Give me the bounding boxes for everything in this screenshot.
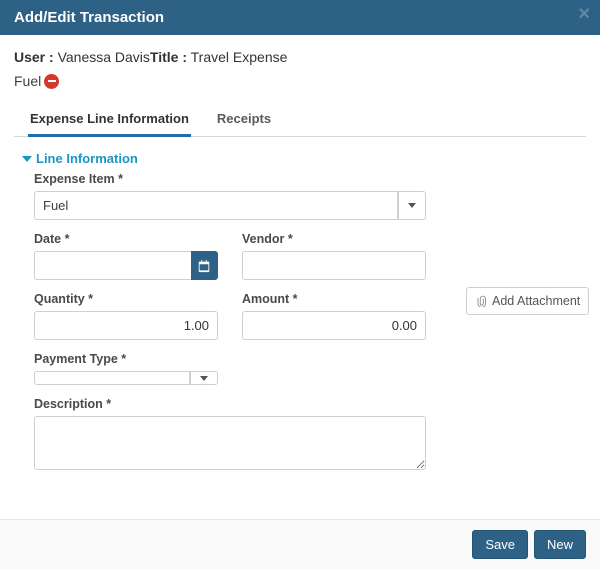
user-label: User : [14,49,54,65]
description-textarea[interactable] [34,416,426,470]
amount-input[interactable] [242,311,426,340]
new-button[interactable]: New [534,530,586,559]
quantity-label: Quantity * [34,292,218,306]
context-line-name: Fuel [0,71,600,95]
payment-type-label: Payment Type * [34,352,218,366]
tab-expense-line-info[interactable]: Expense Line Information [28,103,191,137]
section-line-information[interactable]: Line Information [22,151,426,166]
expense-item-label: Expense Item * [34,172,426,186]
remove-line-icon[interactable] [44,74,59,89]
context-bar: User : Vanessa DavisTitle : Travel Expen… [0,35,600,71]
paperclip-icon [475,295,487,307]
tabs: Expense Line Information Receipts [14,103,586,137]
payment-type-value [34,371,190,385]
amount-label: Amount * [242,292,426,306]
date-label: Date * [34,232,218,246]
save-button[interactable]: Save [472,530,528,559]
payment-type-select[interactable] [34,371,218,385]
quantity-input[interactable] [34,311,218,340]
payment-type-dropdown-button[interactable] [190,371,218,385]
modal-header: Add/Edit Transaction × [0,0,600,35]
caret-down-icon [200,376,208,381]
vendor-label: Vendor * [242,232,426,246]
expense-item-value: Fuel [34,191,398,220]
form-scroll-pane[interactable]: Line Information Expense Item * Fuel Dat… [14,137,436,499]
modal-footer: Save New [0,519,600,569]
calendar-icon [197,259,211,273]
vendor-input[interactable] [242,251,426,280]
expense-item-select[interactable]: Fuel [34,191,426,220]
modal-title: Add/Edit Transaction [14,9,164,26]
section-line-information-label: Line Information [36,151,138,166]
tab-receipts[interactable]: Receipts [215,103,273,137]
attachment-panel: Add Attachment [466,137,586,499]
caret-down-icon [408,203,416,208]
date-input[interactable] [34,251,191,280]
title-value: Travel Expense [187,49,287,65]
add-attachment-button[interactable]: Add Attachment [466,287,589,315]
description-label: Description * [34,397,426,411]
chevron-down-icon [22,154,32,164]
expense-item-dropdown-button[interactable] [398,191,426,220]
line-name-text: Fuel [14,73,41,89]
date-picker-button[interactable] [191,251,218,280]
add-attachment-label: Add Attachment [492,294,580,308]
close-icon[interactable]: × [578,4,590,24]
title-label: Title : [150,49,187,65]
user-value: Vanessa Davis [54,49,150,65]
